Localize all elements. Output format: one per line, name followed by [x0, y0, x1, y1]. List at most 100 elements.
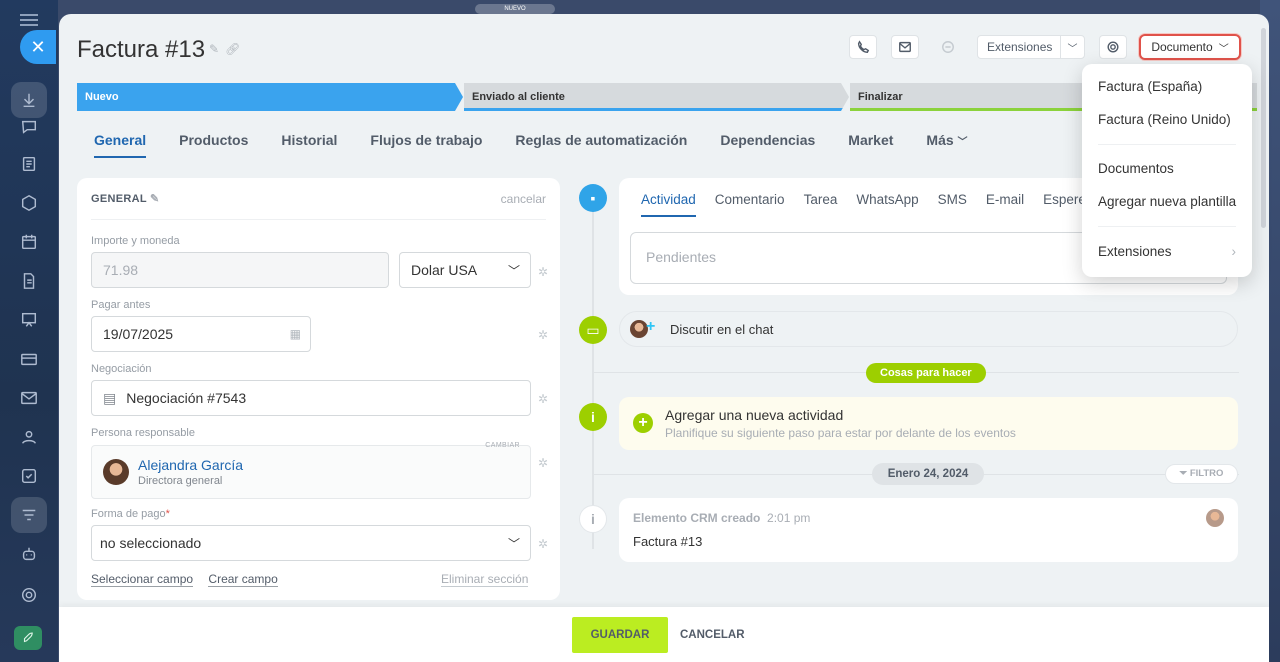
todo-pill: Cosas para hacer [866, 363, 986, 383]
calendar-icon[interactable] [17, 230, 41, 254]
tab-mas[interactable]: Más ﹀ [926, 132, 967, 158]
pay-before-field[interactable]: 19/07/2025 ▦ [91, 316, 311, 352]
robot-icon[interactable] [17, 542, 41, 566]
deal-label: Negociación [91, 363, 152, 375]
activity-tab-email[interactable]: E-mail [986, 192, 1024, 217]
divider [1098, 144, 1236, 145]
pay-before-label: Pagar antes [91, 299, 151, 311]
activity-tab-comentario[interactable]: Comentario [715, 192, 785, 217]
activity-tab-whatsapp[interactable]: WhatsApp [856, 192, 918, 217]
link-icon[interactable]: 🔗︎ [225, 42, 240, 56]
menu-item-factura-espana[interactable]: Factura (España) [1098, 79, 1202, 94]
card-icon[interactable] [17, 347, 41, 371]
required-marker: * [165, 508, 170, 520]
tab-dependencias[interactable]: Dependencias [720, 132, 815, 158]
section-title-text: GENERAL [91, 193, 147, 205]
tab-historial[interactable]: Historial [281, 132, 337, 158]
timeline-line [592, 199, 594, 549]
field-settings-icon[interactable]: ✲ [538, 393, 550, 405]
title-icons: ✎ 🔗︎ [209, 42, 240, 56]
tab-productos[interactable]: Productos [179, 132, 248, 158]
responsible-label: Persona responsable [91, 427, 195, 439]
chat-icon[interactable] [17, 115, 41, 139]
mail-icon[interactable] [17, 386, 41, 410]
new-activity-subtitle: Planifique su siguiente paso para estar … [665, 426, 1016, 440]
change-responsible-link[interactable]: CAMBIAR [485, 442, 520, 449]
close-slider-button[interactable]: ✕ [20, 30, 56, 64]
hexagon-icon[interactable] [17, 191, 41, 215]
edit-pencil-icon[interactable]: ✎ [209, 42, 219, 56]
phone-button[interactable] [849, 35, 877, 59]
responsible-name[interactable]: Alejandra García [138, 457, 243, 473]
info-dot-icon: i [579, 505, 607, 533]
new-activity-block[interactable]: + Agregar una nueva actividad Planifique… [619, 397, 1238, 450]
created-body: Factura #13 [633, 534, 703, 549]
field-settings-icon[interactable]: ✲ [538, 266, 550, 278]
rocket-icon[interactable] [14, 626, 42, 650]
currency-select[interactable]: Dolar USA ﹀ [399, 252, 531, 288]
info-dot-icon: i [579, 403, 607, 431]
pipeline-stages: Nuevo Enviado al cliente Finalizar [77, 83, 1257, 111]
stage-enviado[interactable]: Enviado al cliente [464, 83, 849, 111]
tasks-icon[interactable] [17, 464, 41, 488]
select-field-link[interactable]: Seleccionar campo [91, 572, 194, 587]
tab-market[interactable]: Market [848, 132, 893, 158]
document-dropdown: Factura (España) Factura (Reino Unido) D… [1082, 64, 1252, 277]
activity-tab-espere[interactable]: Espere [1043, 192, 1086, 217]
document-button[interactable]: Documento ﹀ [1139, 34, 1241, 60]
menu-icon[interactable] [20, 14, 38, 26]
field-settings-icon[interactable]: ✲ [538, 538, 550, 550]
discuss-chat-button[interactable]: + Discutir en el chat [619, 311, 1238, 347]
avatar [103, 459, 129, 485]
document-icon[interactable] [17, 269, 41, 293]
section-cancel-link[interactable]: cancelar [501, 192, 546, 206]
settings-icon[interactable] [17, 583, 41, 607]
extensions-button[interactable]: Extensiones ﹀ [977, 35, 1085, 59]
amount-field[interactable]: 71.98 [91, 252, 389, 288]
notes-icon[interactable] [17, 152, 41, 176]
menu-item-extensiones[interactable]: Extensiones › [1098, 244, 1236, 259]
field-settings-icon[interactable]: ✲ [538, 329, 550, 341]
scrollbar[interactable] [1261, 28, 1266, 228]
extensions-label: Extensiones [987, 40, 1053, 54]
calendar-icon[interactable]: ▦ [290, 327, 301, 341]
main-tabs: General Productos Historial Flujos de tr… [94, 132, 968, 158]
crm-filter-icon[interactable] [17, 503, 41, 527]
add-activity-icon[interactable]: + [633, 413, 653, 433]
board-icon[interactable] [17, 308, 41, 332]
divider [91, 219, 546, 220]
contacts-icon[interactable] [17, 425, 41, 449]
filter-button[interactable]: ⏷ FILTRO [1165, 464, 1238, 484]
activity-tab-actividad[interactable]: Actividad [641, 192, 696, 217]
tab-general[interactable]: General [94, 132, 147, 158]
deal-value: Negociación #7543 [126, 390, 247, 406]
save-button[interactable]: GUARDAR [572, 617, 668, 653]
chevron-down-icon[interactable]: ﹀ [1060, 36, 1084, 58]
create-field-link[interactable]: Crear campo [208, 572, 278, 587]
menu-item-documentos[interactable]: Documentos [1098, 161, 1174, 176]
menu-item-agregar-plantilla[interactable]: Agregar nueva plantilla [1098, 194, 1236, 209]
avatar [1206, 509, 1224, 527]
field-settings-icon[interactable]: ✲ [538, 457, 550, 469]
tab-reglas[interactable]: Reglas de automatización [515, 132, 687, 158]
chat-button[interactable] [935, 35, 961, 59]
edit-pencil-icon[interactable]: ✎ [150, 193, 160, 205]
download-icon[interactable] [17, 88, 41, 112]
mail-icon [899, 41, 911, 53]
deal-field[interactable]: ▤ Negociación #7543 [91, 380, 531, 416]
email-button[interactable] [891, 35, 919, 59]
created-time: 2:01 pm [767, 511, 811, 525]
responsible-person: CAMBIAR Alejandra García Directora gener… [91, 442, 531, 499]
stage-nuevo[interactable]: Nuevo [77, 83, 463, 111]
activity-tab-tarea[interactable]: Tarea [804, 192, 838, 217]
top-badge: NUEVO [475, 4, 555, 14]
delete-section-link[interactable]: Eliminar sección [441, 572, 529, 587]
amount-label: Importe y moneda [91, 235, 180, 247]
activity-tab-sms[interactable]: SMS [938, 192, 967, 217]
page-title: Factura #13 [77, 36, 206, 63]
menu-item-factura-reino-unido[interactable]: Factura (Reino Unido) [1098, 112, 1231, 127]
tab-flujos[interactable]: Flujos de trabajo [370, 132, 482, 158]
cancel-button[interactable]: CANCELAR [680, 617, 745, 653]
settings-button[interactable] [1099, 35, 1127, 59]
payment-select[interactable]: no seleccionado ﹀ [91, 525, 531, 561]
